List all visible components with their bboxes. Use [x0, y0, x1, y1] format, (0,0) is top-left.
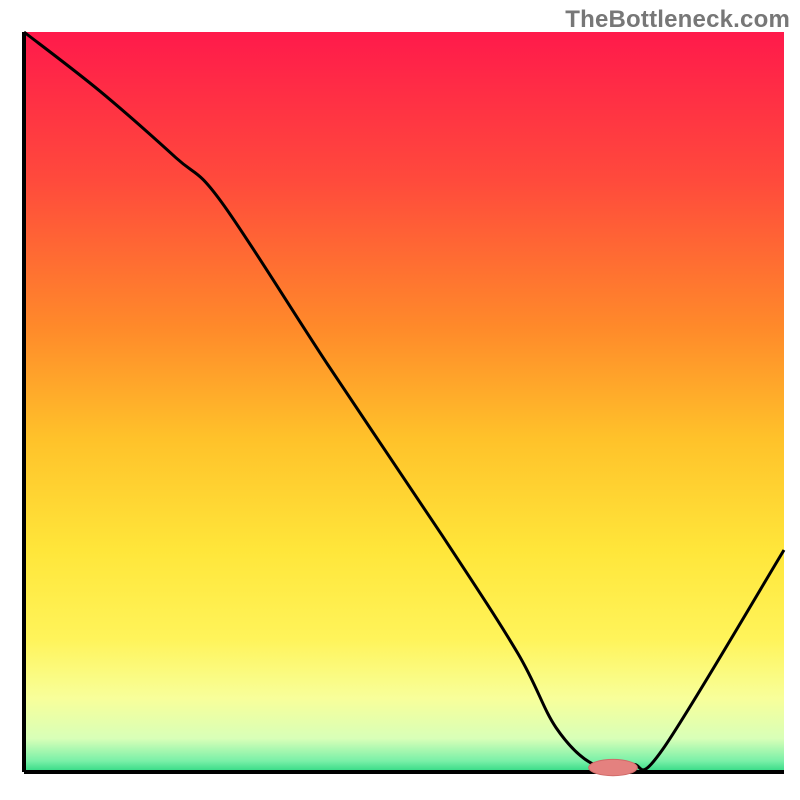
- optimum-marker: [589, 759, 638, 775]
- bottleneck-chart: [0, 0, 800, 800]
- plot-background: [24, 32, 784, 772]
